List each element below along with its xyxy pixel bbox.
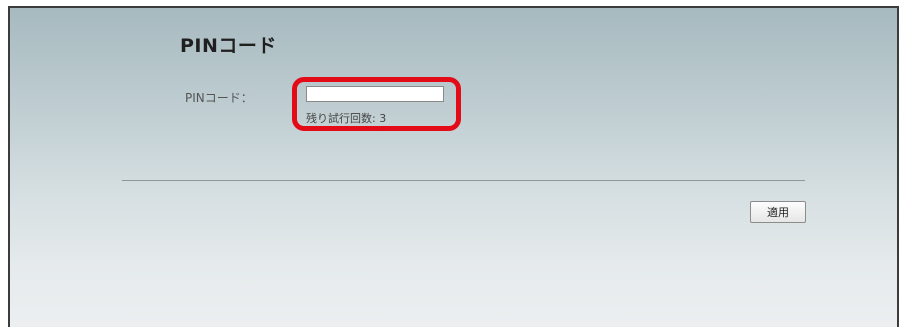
- apply-button[interactable]: 適用: [750, 201, 806, 223]
- page-title: PINコード: [180, 35, 277, 57]
- settings-panel: PINコード PINコード： 残り試行回数: 3 適用: [8, 6, 899, 327]
- remaining-attempts-text: 残り試行回数: 3: [306, 112, 387, 125]
- divider: [122, 180, 805, 181]
- pin-code-label: PINコード：: [185, 91, 253, 105]
- pin-code-input[interactable]: [306, 86, 444, 102]
